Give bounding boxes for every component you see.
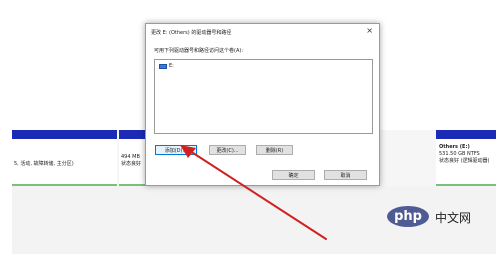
site-name: 中文网 xyxy=(435,211,472,225)
php-logo: php xyxy=(387,206,429,227)
